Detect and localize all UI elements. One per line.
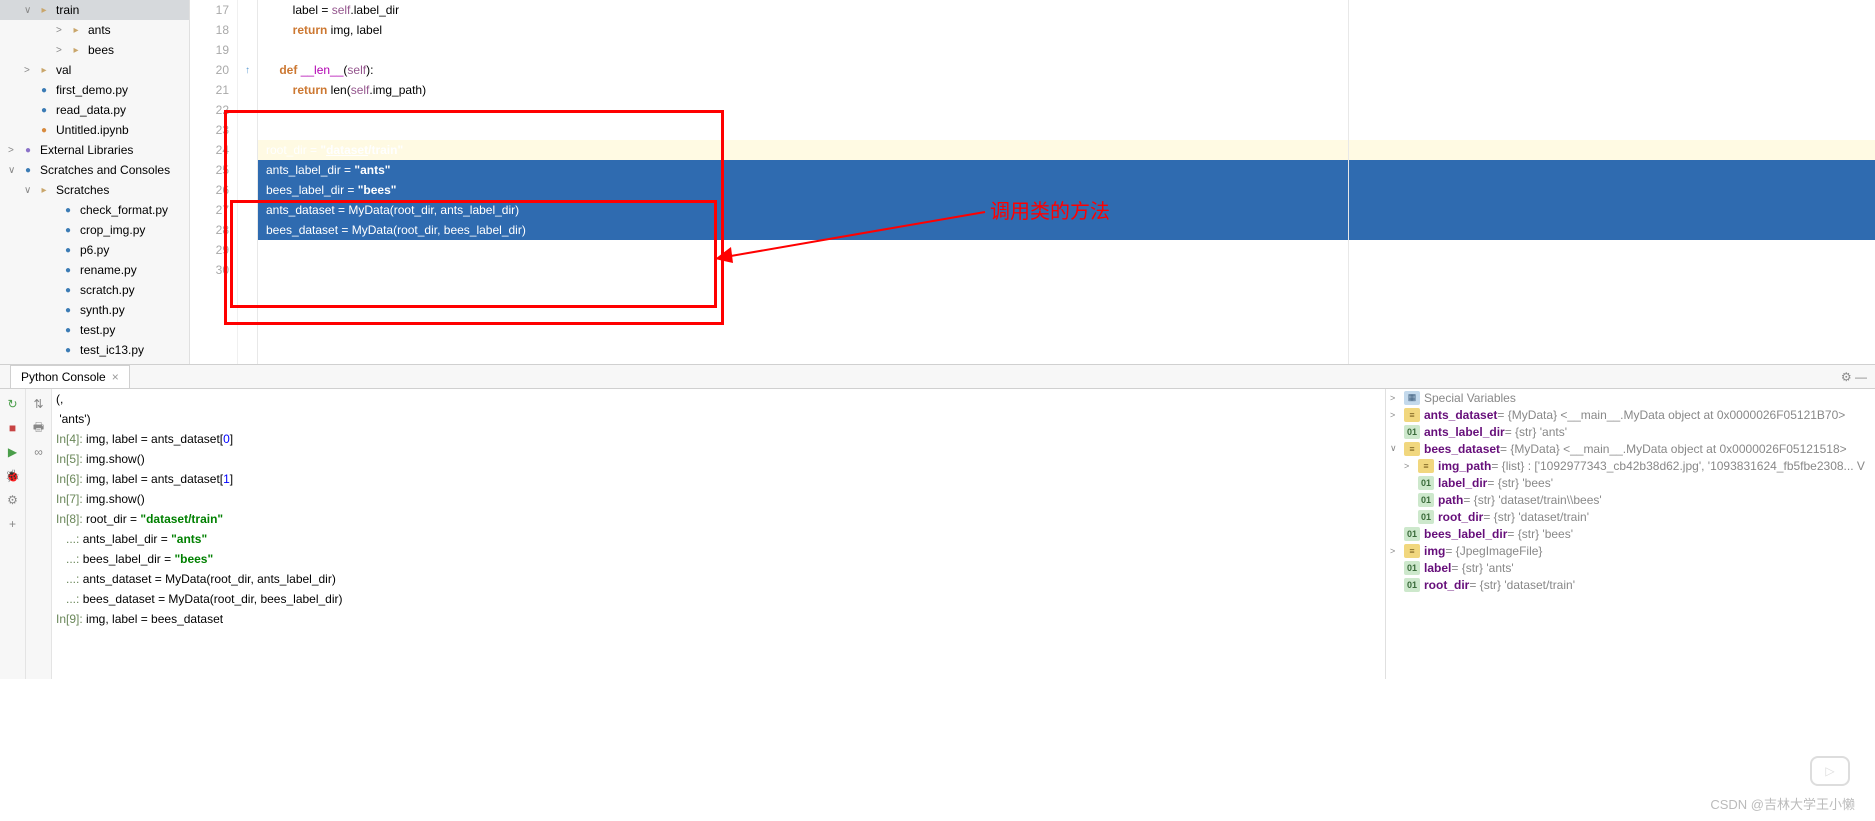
code-line[interactable]: return img, label — [258, 20, 1875, 40]
console-line: 'ants') — [56, 409, 1381, 429]
tree-item[interactable]: ∨▸train — [0, 0, 189, 20]
variable-row[interactable]: 01ants_label_dir = {str} 'ants' — [1386, 423, 1875, 440]
variables-panel[interactable]: >▦Special Variables>≡ants_dataset = {MyD… — [1385, 389, 1875, 679]
console-tab-bar: Python Console× ⚙ — — [0, 365, 1875, 389]
code-line[interactable] — [258, 260, 1875, 280]
project-tree[interactable]: ∨▸train>▸ants>▸bees>▸val●first_demo.py●r… — [0, 0, 190, 364]
tree-item[interactable]: ●p6.py — [0, 240, 189, 260]
variable-row[interactable]: >≡img = {JpegImageFile} — [1386, 542, 1875, 559]
tree-item[interactable]: ●test_ic13.py — [0, 340, 189, 360]
tree-item[interactable]: ●Untitled.ipynb — [0, 120, 189, 140]
console-line: In[7]: img.show() — [56, 489, 1381, 509]
close-icon[interactable]: × — [112, 370, 119, 384]
console-line: In[6]: img, label = ants_dataset[1] — [56, 469, 1381, 489]
link-icon[interactable]: ∞ — [30, 443, 48, 461]
tree-item[interactable]: ●check_format.py — [0, 200, 189, 220]
tree-item[interactable]: ●read_data.py — [0, 100, 189, 120]
console-line: In[8]: root_dir = "dataset/train" — [56, 509, 1381, 529]
variable-row[interactable]: 01root_dir = {str} 'dataset/train' — [1386, 576, 1875, 593]
console-line: In[9]: img, label = bees_dataset — [56, 609, 1381, 629]
watermark: CSDN @吉林大学王小懒 — [1710, 794, 1855, 813]
run-icon[interactable]: ▶ — [4, 443, 22, 461]
code-editor[interactable]: 1718192021222324252627282930 ↑ label = s… — [190, 0, 1875, 364]
console-toolbar-left: ↻ ■ ▶ 🐞 ⚙ + — [0, 389, 26, 679]
variable-row[interactable]: 01path = {str} 'dataset/train\\bees' — [1386, 491, 1875, 508]
code-line[interactable]: def __len__(self): — [258, 60, 1875, 80]
variable-row[interactable]: >▦Special Variables — [1386, 389, 1875, 406]
console-line: ...: ants_label_dir = "ants" — [56, 529, 1381, 549]
variable-row[interactable]: >≡img_path = {list} : ['1092977343_cb42b… — [1386, 457, 1875, 474]
console-line: In[5]: img.show() — [56, 449, 1381, 469]
variable-row[interactable]: 01label = {str} 'ants' — [1386, 559, 1875, 576]
console-output[interactable]: (, 'ants')In[4]: img, label = ants_datas… — [52, 389, 1385, 679]
tree-item[interactable]: >▸bees — [0, 40, 189, 60]
tree-item[interactable]: >▸ants — [0, 20, 189, 40]
tree-item[interactable]: ∨●Scratches and Consoles — [0, 160, 189, 180]
variable-row[interactable]: >≡ants_dataset = {MyData} <__main__.MyDa… — [1386, 406, 1875, 423]
code-line[interactable] — [258, 120, 1875, 140]
code-line[interactable]: root_dir = "dataset/train" — [258, 140, 1875, 160]
variable-row[interactable]: 01root_dir = {str} 'dataset/train' — [1386, 508, 1875, 525]
variable-row[interactable]: ∨≡bees_dataset = {MyData} <__main__.MyDa… — [1386, 440, 1875, 457]
stop-icon[interactable]: ■ — [4, 419, 22, 437]
tree-item[interactable]: ●crop_img.py — [0, 220, 189, 240]
console-toolbar-2: ⇅ 🖶 ∞ — [26, 389, 52, 679]
tree-item[interactable]: >▸val — [0, 60, 189, 80]
variable-row[interactable]: 01label_dir = {str} 'bees' — [1386, 474, 1875, 491]
tree-item[interactable]: ●synth.py — [0, 300, 189, 320]
tree-item[interactable]: ∨▸Scratches — [0, 180, 189, 200]
tree-item[interactable]: ●scratch.py — [0, 280, 189, 300]
console-line: In[4]: img, label = ants_dataset[0] — [56, 429, 1381, 449]
print-icon[interactable]: 🖶 — [30, 419, 48, 437]
code-line[interactable]: ants_label_dir = "ants" — [258, 160, 1875, 180]
tab-python-console[interactable]: Python Console× — [10, 365, 130, 388]
annotation-arrow — [715, 207, 995, 267]
add-icon[interactable]: + — [4, 515, 22, 533]
variable-row[interactable]: 01bees_label_dir = {str} 'bees' — [1386, 525, 1875, 542]
fold-icon[interactable]: ⇅ — [30, 395, 48, 413]
video-icon: ▷ — [1810, 756, 1850, 786]
console-line: ...: bees_dataset = MyData(root_dir, bee… — [56, 589, 1381, 609]
gear-icon[interactable]: ⚙ — — [1841, 370, 1867, 384]
code-line[interactable]: return len(self.img_path) — [258, 80, 1875, 100]
code-line[interactable] — [258, 240, 1875, 260]
debug-icon[interactable]: 🐞 — [4, 467, 22, 485]
code-line[interactable] — [258, 40, 1875, 60]
console-line: (, — [56, 389, 1381, 409]
tree-item[interactable]: ●first_demo.py — [0, 80, 189, 100]
console-line: ...: ants_dataset = MyData(root_dir, ant… — [56, 569, 1381, 589]
tree-item[interactable]: >●External Libraries — [0, 140, 189, 160]
tree-item[interactable]: ●rename.py — [0, 260, 189, 280]
rerun-icon[interactable]: ↻ — [4, 395, 22, 413]
code-line[interactable]: label = self.label_dir — [258, 0, 1875, 20]
annotation-text: 调用类的方法 — [990, 195, 1110, 224]
code-line[interactable] — [258, 100, 1875, 120]
settings-icon[interactable]: ⚙ — [4, 491, 22, 509]
console-line: ...: bees_label_dir = "bees" — [56, 549, 1381, 569]
tree-item[interactable]: ●test.py — [0, 320, 189, 340]
